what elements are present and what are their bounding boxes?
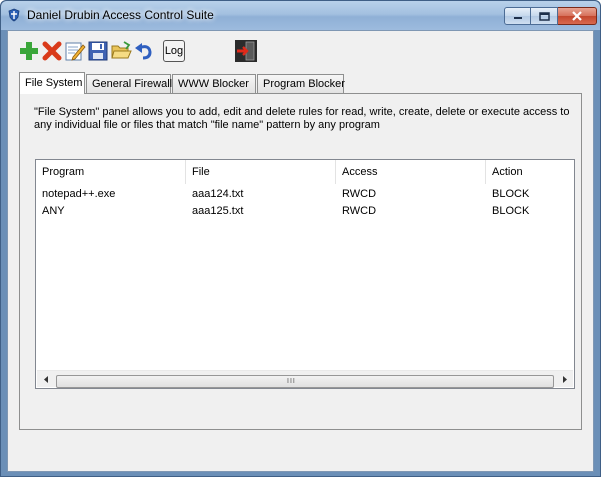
undo-button[interactable] — [132, 38, 156, 64]
log-button[interactable]: Log — [163, 40, 185, 62]
app-window: Daniel Drubin Access Control Suite Log F… — [0, 0, 601, 477]
tab-file-system[interactable]: File System — [19, 72, 85, 94]
tab-label: WWW Blocker — [178, 78, 249, 90]
close-icon — [572, 11, 582, 21]
arrow-left-icon — [43, 376, 48, 383]
scroll-track[interactable]: III — [54, 373, 556, 388]
cell-access: RWCD — [342, 205, 377, 217]
column-header-file[interactable]: File — [186, 160, 336, 184]
tab-general-firewall[interactable]: General Firewall — [86, 74, 173, 93]
panel-description: "File System" panel allows you to add, e… — [34, 106, 570, 131]
client-area: Log File System General Firewall WWW Blo… — [7, 30, 594, 472]
cell-file: aaa125.txt — [192, 205, 244, 217]
edit-rule-button[interactable] — [63, 38, 87, 64]
x-icon — [42, 41, 62, 61]
floppy-disk-icon — [88, 41, 108, 61]
cell-action: BLOCK — [492, 188, 530, 200]
minimize-button[interactable] — [504, 7, 531, 25]
tab-label: General Firewall — [92, 78, 173, 90]
exit-door-icon — [235, 40, 257, 62]
cell-program: ANY — [42, 205, 65, 217]
cell-access: RWCD — [342, 188, 377, 200]
cell-program: notepad++.exe — [42, 188, 116, 200]
horizontal-scrollbar[interactable]: III — [37, 370, 573, 388]
table-row[interactable]: ANY aaa125.txt RWCD BLOCK — [36, 203, 574, 220]
scroll-grip: III — [287, 378, 296, 385]
maximize-icon — [538, 11, 550, 21]
cell-action: BLOCK — [492, 205, 530, 217]
log-button-label: Log — [164, 45, 184, 57]
shield-app-icon — [8, 8, 20, 22]
close-button[interactable] — [558, 7, 597, 25]
column-header-program[interactable]: Program — [36, 160, 186, 184]
undo-arrow-icon — [135, 43, 152, 60]
column-header-action[interactable]: Action — [486, 160, 574, 184]
column-header-access[interactable]: Access — [336, 160, 486, 184]
open-folder-icon — [111, 41, 132, 59]
exit-button[interactable] — [234, 39, 258, 63]
window-title: Daniel Drubin Access Control Suite — [27, 8, 214, 22]
scroll-thumb[interactable]: III — [56, 375, 554, 388]
scroll-left-button[interactable] — [37, 371, 54, 388]
tab-label: File System — [25, 77, 83, 89]
maximize-button[interactable] — [531, 7, 558, 25]
title-bar[interactable]: Daniel Drubin Access Control Suite — [1, 1, 600, 30]
scroll-right-button[interactable] — [556, 371, 573, 388]
file-system-panel: "File System" panel allows you to add, e… — [19, 93, 582, 430]
open-button[interactable] — [109, 38, 133, 64]
minimize-icon — [513, 17, 522, 19]
list-header: Program File Access Action — [36, 160, 574, 184]
tab-program-blocker[interactable]: Program Blocker — [257, 74, 345, 93]
tab-label: Program Blocker — [263, 78, 345, 90]
edit-note-icon — [65, 42, 86, 61]
arrow-right-icon — [562, 376, 567, 383]
rules-list[interactable]: Program File Access Action notepad++.exe… — [35, 159, 575, 389]
plus-icon — [20, 42, 38, 60]
cell-file: aaa124.txt — [192, 188, 244, 200]
tab-www-blocker[interactable]: WWW Blocker — [172, 74, 256, 93]
table-row[interactable]: notepad++.exe aaa124.txt RWCD BLOCK — [36, 186, 574, 203]
add-rule-button[interactable] — [17, 38, 41, 64]
delete-rule-button[interactable] — [40, 38, 64, 64]
save-button[interactable] — [86, 38, 110, 64]
